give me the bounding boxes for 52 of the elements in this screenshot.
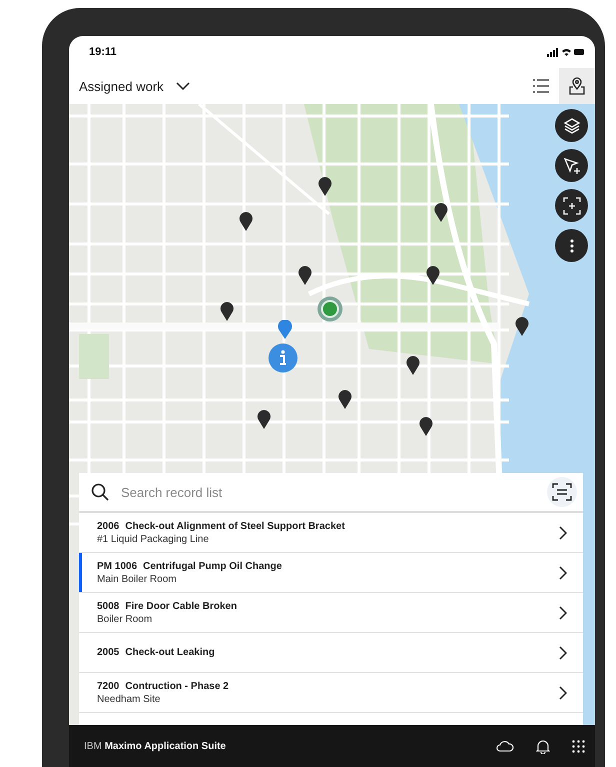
record-location: Boiler Room (97, 614, 154, 624)
record-title: PM 1006 Centrifugal Pump Oil Change (97, 560, 283, 572)
map-pin-icon[interactable] (257, 410, 271, 430)
search-icon (91, 483, 109, 501)
record-location: Main Boiler Room (97, 574, 178, 584)
record-title: 2005 Check-out Leaking (97, 647, 216, 658)
overflow-menu-icon (570, 238, 574, 252)
map-pin-icon (568, 77, 586, 95)
list-icon (532, 78, 550, 94)
record-title: 5008 Fire Door Cable Broken (97, 600, 238, 612)
map-view-button[interactable] (559, 68, 595, 104)
map-pin-icon[interactable] (318, 177, 332, 197)
cursor-arrow-icon (562, 156, 580, 174)
selected-pin-icon[interactable] (277, 320, 293, 340)
chevron-right-icon (559, 566, 567, 580)
map-pin-icon[interactable] (426, 266, 440, 286)
focus-frame-icon (562, 196, 580, 214)
record-title: 2006 Check-out Alignment of Steel Support Bracket (97, 520, 346, 532)
signal-wifi-battery-icon (547, 47, 585, 57)
chevron-right-icon (559, 686, 567, 700)
map-pin-icon[interactable] (220, 302, 234, 322)
map-pin-icon[interactable] (419, 417, 433, 437)
notification-bell-icon[interactable] (536, 738, 550, 754)
map-pin-icon[interactable] (239, 212, 253, 232)
assigned-work-dropdown[interactable]: Assigned work (79, 78, 190, 94)
location-marker-icon (317, 296, 343, 322)
cloud-icon[interactable] (496, 740, 514, 752)
scan-button[interactable] (547, 477, 577, 507)
record-list-item[interactable]: PM 1006 Centrifugal Pump Oil Change Main Boiler Room (79, 553, 583, 593)
chevron-right-icon (559, 526, 567, 540)
record-list-item[interactable]: 2005 Check-out Leaking (79, 633, 583, 673)
record-list-item[interactable]: 7200 Contruction - Phase 2 Needham Site (79, 673, 583, 713)
record-location: Needham Site (97, 694, 162, 704)
record-location: #1 Liquid Packaging Line (97, 534, 210, 544)
search-field[interactable]: Search record list (119, 484, 537, 500)
chevron-down-icon (176, 82, 190, 90)
record-title: 7200 Contruction - Phase 2 (97, 680, 230, 692)
map-pin-icon[interactable] (406, 356, 420, 376)
map-pin-icon[interactable] (434, 203, 448, 223)
layers-icon (562, 116, 580, 134)
map-pin-icon[interactable] (298, 266, 312, 286)
chevron-right-icon (559, 606, 567, 620)
record-list-item[interactable]: 5008 Fire Door Cable Broken Boiler Room (79, 593, 583, 633)
map-pin-icon[interactable] (515, 317, 529, 337)
info-marker-icon[interactable] (268, 343, 298, 373)
record-list-item[interactable]: 2006 Check-out Alignment of Steel Support Bracket #1 Liquid Packaging Line (79, 513, 583, 553)
app-brand-name: IBM Maximo Application Suite (84, 740, 226, 752)
app-switcher-icon[interactable] (572, 740, 585, 752)
scan-icon (552, 483, 572, 501)
chevron-right-icon (559, 646, 567, 660)
status-time: 19:11 (89, 46, 117, 58)
map-pin-icon[interactable] (338, 390, 352, 410)
